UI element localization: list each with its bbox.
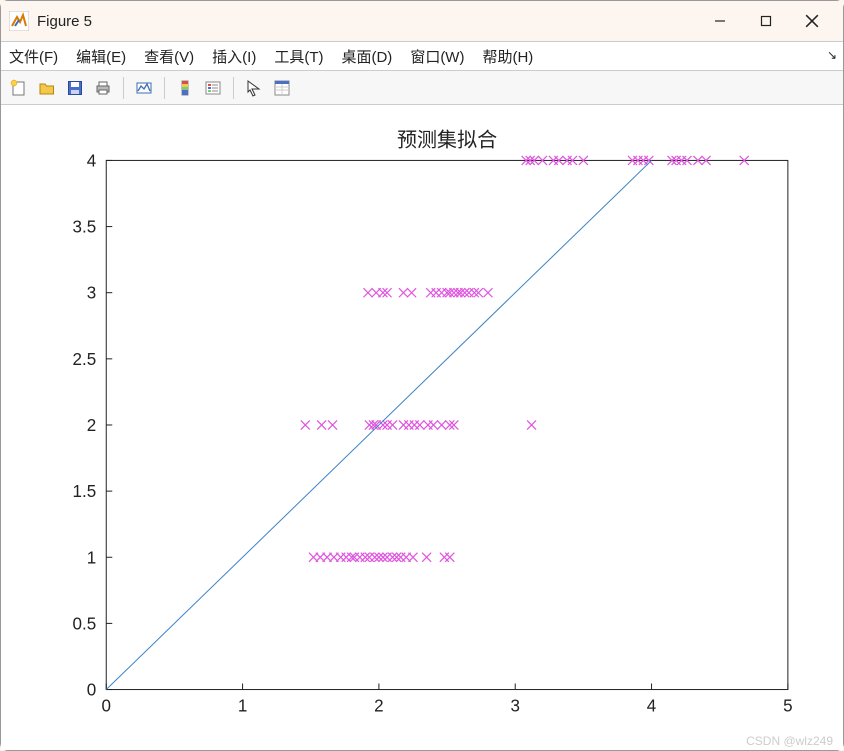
matlab-icon [9, 11, 29, 31]
svg-text:0: 0 [87, 681, 96, 700]
svg-text:2: 2 [374, 697, 383, 716]
menu-overflow-icon[interactable]: ↘ [827, 48, 837, 62]
svg-text:3: 3 [510, 697, 519, 716]
menu-desktop[interactable]: 桌面(D) [339, 44, 394, 69]
window-title: Figure 5 [37, 13, 697, 30]
new-figure-button[interactable] [7, 76, 31, 100]
minimize-button[interactable] [697, 5, 743, 37]
titlebar: Figure 5 [1, 1, 843, 41]
menu-file[interactable]: 文件(F) [7, 44, 60, 69]
insert-colorbar-button[interactable] [173, 76, 197, 100]
figure-window: Figure 5 文件(F) 编辑(E) 查看(V) 插入(I) 工具(T) 桌… [0, 0, 844, 751]
toolbar-separator [164, 77, 165, 99]
svg-text:5: 5 [783, 697, 792, 716]
chart: 0 1 2 3 4 5 0 0.5 1 1.5 2 2.5 3 3.5 4 预测集拟合 [1, 105, 843, 750]
svg-text:0.5: 0.5 [73, 614, 97, 633]
svg-text:4: 4 [87, 151, 96, 170]
svg-text:3: 3 [87, 284, 96, 303]
property-inspector-button[interactable] [270, 76, 294, 100]
maximize-button[interactable] [743, 5, 789, 37]
menu-window[interactable]: 窗口(W) [408, 44, 466, 69]
svg-text:2.5: 2.5 [73, 350, 97, 369]
svg-text:1: 1 [238, 697, 247, 716]
edit-plot-button[interactable] [242, 76, 266, 100]
link-plot-button[interactable] [132, 76, 156, 100]
svg-text:4: 4 [647, 697, 656, 716]
close-button[interactable] [789, 5, 835, 37]
save-button[interactable] [63, 76, 87, 100]
toolbar [1, 71, 843, 105]
menu-insert[interactable]: 插入(I) [210, 44, 258, 69]
menu-edit[interactable]: 编辑(E) [74, 44, 128, 69]
watermark: CSDN @wlz249 [746, 734, 833, 748]
menu-view[interactable]: 查看(V) [142, 44, 196, 69]
insert-legend-button[interactable] [201, 76, 225, 100]
menu-tools[interactable]: 工具(T) [272, 44, 325, 69]
menu-help[interactable]: 帮助(H) [480, 44, 535, 69]
svg-text:0: 0 [102, 697, 111, 716]
svg-text:2: 2 [87, 416, 96, 435]
open-button[interactable] [35, 76, 59, 100]
svg-text:1: 1 [87, 548, 96, 567]
svg-text:3.5: 3.5 [73, 218, 97, 237]
toolbar-separator [233, 77, 234, 99]
svg-text:预测集拟合: 预测集拟合 [397, 128, 497, 151]
print-button[interactable] [91, 76, 115, 100]
toolbar-separator [123, 77, 124, 99]
plot-area[interactable]: 0 1 2 3 4 5 0 0.5 1 1.5 2 2.5 3 3.5 4 预测集拟合 CSDN @wlz24… [1, 105, 843, 750]
window-controls [697, 5, 835, 37]
svg-text:1.5: 1.5 [73, 482, 97, 501]
menubar: 文件(F) 编辑(E) 查看(V) 插入(I) 工具(T) 桌面(D) 窗口(W… [1, 41, 843, 71]
